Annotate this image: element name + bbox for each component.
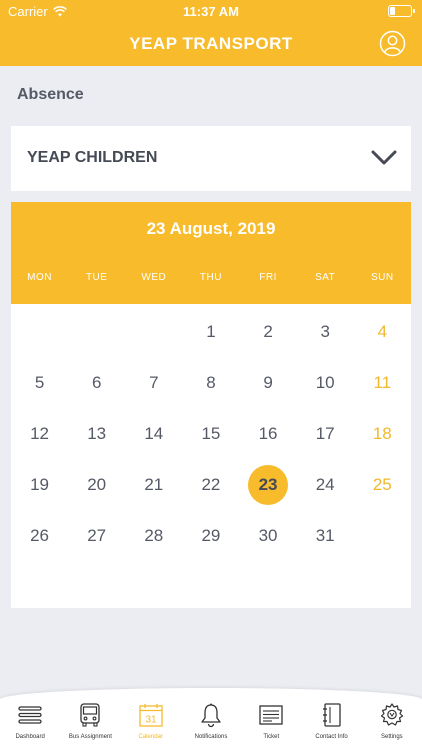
day-cell[interactable]: 9 [240, 357, 297, 408]
tab-settings[interactable]: Settings [362, 688, 422, 750]
app-title: YEAP TRANSPORT [129, 34, 293, 53]
dropdown-label: YEAP CHILDREN [27, 149, 158, 166]
tab-label: Notifications [194, 734, 228, 740]
day-cell[interactable]: 2 [240, 306, 297, 357]
children-dropdown[interactable]: YEAP CHILDREN [11, 126, 411, 191]
tab-label: Settings [380, 734, 403, 740]
empty-day-cell [125, 306, 182, 357]
day-cell[interactable]: 25 [354, 459, 411, 510]
weekday-label: WED [141, 272, 167, 283]
day-cell[interactable]: 3 [297, 306, 354, 357]
menu-icon [17, 702, 43, 733]
day-cell[interactable]: 15 [182, 408, 239, 459]
bell-icon [198, 702, 224, 733]
tab-bar: Dashboard Bus Assignment 31 Calendar Notific… [0, 688, 422, 750]
day-cell[interactable]: 31 [297, 510, 354, 561]
calendar-title: 23 August, 2019 [146, 219, 276, 238]
day-cell[interactable]: 16 [240, 408, 297, 459]
day-cell[interactable]: 30 [240, 510, 297, 561]
day-cell[interactable]: 4 [354, 306, 411, 357]
notebook-icon [319, 702, 345, 733]
svg-text:31: 31 [145, 715, 157, 726]
tab-dashboard[interactable]: Dashboard [0, 688, 60, 750]
tab-label: Calendar [138, 734, 163, 740]
tab-ticket[interactable]: Ticket [241, 688, 301, 750]
day-cell[interactable]: 17 [297, 408, 354, 459]
status-bar: Carrier 11:37 AM [0, 0, 422, 22]
empty-day-cell [11, 306, 68, 357]
day-cell[interactable]: 28 [125, 510, 182, 561]
day-cell[interactable]: 6 [68, 357, 125, 408]
tab-label: Ticket [263, 734, 280, 740]
ticket-icon [258, 702, 284, 733]
chevron-down-icon [371, 150, 397, 165]
day-cell[interactable]: 11 [354, 357, 411, 408]
tab-notifications[interactable]: Notifications [181, 688, 241, 750]
day-cell[interactable]: 26 [11, 510, 68, 561]
calendar-header: 23 August, 2019 MON TUE WED THU FRI SAT SUN [11, 202, 411, 304]
days-grid: 1 2 3 4 5 6 7 8 9 10 11 12 13 14 15 16 17 18 19 20 21 22 23 24 2… [11, 304, 411, 561]
weekday-row: MON TUE WED THU FRI SAT SUN [11, 272, 411, 283]
empty-day-cell [68, 306, 125, 357]
day-cell[interactable]: 20 [68, 459, 125, 510]
day-cell[interactable]: 10 [297, 357, 354, 408]
selected-day-number: 23 [248, 464, 289, 505]
tab-contact-info[interactable]: Contact Info [301, 688, 361, 750]
calendar: 23 August, 2019 MON TUE WED THU FRI SAT SUN 12… [11, 202, 411, 608]
tab-bus-assignment[interactable]: Bus Assignment [60, 688, 120, 750]
day-cell[interactable]: 21 [125, 459, 182, 510]
weekday-label: TUE [85, 272, 108, 283]
tab-label: Dashboard [15, 734, 45, 740]
day-cell[interactable]: 5 [11, 357, 68, 408]
day-cell[interactable]: 13 [68, 408, 125, 459]
tab-label: Bus Assignment [68, 734, 112, 740]
day-cell[interactable]: 12 [11, 408, 68, 459]
day-cell[interactable]: 1 [182, 306, 239, 357]
day-cell-selected[interactable]: 23 [240, 459, 297, 510]
bus-icon [77, 702, 103, 733]
weekday-label: SUN [371, 272, 394, 283]
calendar-icon: 31 [138, 702, 164, 733]
tab-calendar[interactable]: 31 Calendar [121, 688, 181, 750]
day-cell[interactable]: 18 [354, 408, 411, 459]
day-cell[interactable]: 22 [182, 459, 239, 510]
battery-icon [388, 5, 415, 17]
status-time: 11:37 AM [183, 4, 239, 19]
profile-icon[interactable] [379, 30, 406, 57]
day-cell[interactable]: 7 [125, 357, 182, 408]
day-cell[interactable]: 14 [125, 408, 182, 459]
day-cell[interactable]: 29 [182, 510, 239, 561]
page-title: Absence [17, 86, 84, 103]
weekday-label: THU [199, 272, 222, 283]
nav-bar: YEAP TRANSPORT [0, 22, 422, 66]
day-cell[interactable]: 24 [297, 459, 354, 510]
gear-icon [379, 702, 405, 733]
weekday-label: SAT [315, 272, 336, 283]
day-cell[interactable]: 8 [182, 357, 239, 408]
day-cell[interactable]: 19 [11, 459, 68, 510]
tab-label: Contact Info [315, 734, 348, 740]
day-cell[interactable]: 27 [68, 510, 125, 561]
weekday-label: FRI [259, 272, 277, 283]
weekday-label: MON [27, 272, 52, 283]
